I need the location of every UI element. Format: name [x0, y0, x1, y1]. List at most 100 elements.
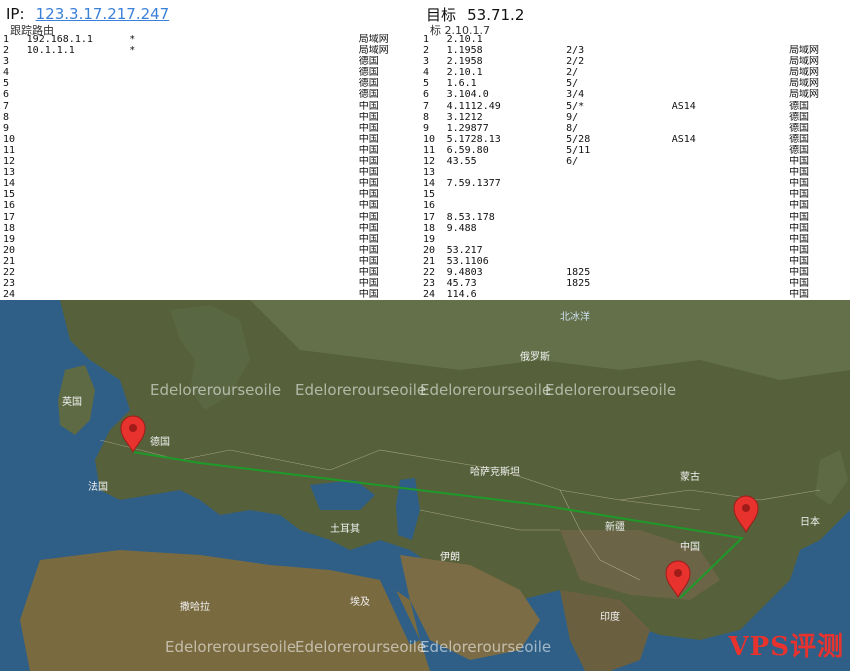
hop-host [282, 67, 356, 78]
map-label-sahara: 撒哈拉 [180, 600, 210, 613]
map-label-japan: 日本 [800, 515, 820, 528]
hop-asn [248, 56, 282, 67]
hop-loc: 中国 [358, 266, 379, 278]
hop-no: 23 [423, 278, 436, 290]
hop-t2 [605, 267, 637, 278]
hop-loc: 局域网 [358, 34, 389, 45]
hop-host [282, 167, 356, 178]
hop-host [713, 167, 786, 178]
hop-host [713, 289, 786, 300]
hop-loc: 中国 [358, 144, 379, 156]
hop-row: 2 1.1958 2/3 局域网 [420, 45, 850, 56]
hop-host [282, 189, 356, 200]
hop-t2 [605, 134, 637, 145]
hop-t2 [184, 256, 216, 267]
hop-loc: 德国 [358, 89, 379, 101]
hop-loc: 德国 [789, 133, 810, 145]
hop-t3 [637, 134, 669, 145]
hop-loss [540, 45, 563, 56]
hop-no: 21 [3, 255, 16, 267]
hop-row: 9 中国 [0, 123, 420, 134]
hop-row: 2 10.1.1.1 * 局域网 [0, 45, 420, 56]
hop-loc: 德国 [789, 100, 810, 112]
hop-asn [669, 67, 714, 78]
hop-loc: 局域网 [789, 89, 820, 101]
hop-row: 1 2.10.1 [420, 34, 850, 45]
hop-asn [669, 123, 714, 134]
hop-loss [126, 223, 152, 234]
hop-row: 17 8.53.178 中国 [420, 212, 850, 223]
hop-t1 [152, 101, 184, 112]
hop-asn [248, 178, 282, 189]
hop-t3 [637, 145, 669, 156]
hop-row: 24 114.6 中国 [420, 289, 850, 300]
hop-asn [248, 67, 282, 78]
map-label-kazakhstan: 哈萨克斯坦 [470, 465, 520, 478]
hop-ip [24, 56, 127, 67]
hop-no: 20 [3, 244, 16, 256]
hop-t1 [563, 245, 605, 256]
left-target-ip-link[interactable]: 123.3.17.217.247 [36, 5, 170, 23]
hop-row: 11 中国 [0, 145, 420, 156]
hop-ip: 1.6.1 [446, 78, 477, 90]
hop-t1 [563, 178, 605, 189]
hop-t1 [152, 212, 184, 223]
hop-no: 16 [423, 200, 436, 212]
hop-ip: 53.217 [446, 244, 483, 256]
hop-t1 [563, 34, 605, 45]
hop-ip [24, 278, 127, 289]
hop-ip [24, 112, 127, 123]
hop-ip: 192.168.1.1 [26, 34, 93, 45]
hop-t3 [637, 223, 669, 234]
hop-asn [669, 45, 714, 56]
hop-t3 [637, 234, 669, 245]
hop-ip [24, 134, 127, 145]
hop-loss [540, 67, 563, 78]
hop-row: 9 1.29877 8/德国 [420, 123, 850, 134]
map-label-egypt: 埃及 [350, 595, 370, 608]
hop-t2 [184, 234, 216, 245]
hop-t1: 5/28 [566, 133, 591, 145]
hop-t2 [184, 289, 216, 300]
hop-no: 14 [423, 178, 436, 190]
hop-t1 [152, 167, 184, 178]
hop-t3 [637, 167, 669, 178]
hop-t1 [152, 256, 184, 267]
hop-loc: 中国 [358, 167, 379, 179]
hop-t3 [216, 123, 248, 134]
hop-asn [248, 78, 282, 89]
hop-ip [24, 289, 127, 300]
map-watermark: Edelorerourseoile [165, 638, 296, 656]
hop-t2 [184, 278, 216, 289]
hop-loss [126, 101, 152, 112]
hop-host [282, 212, 356, 223]
map-pin-dot [129, 424, 137, 432]
route-map[interactable]: 英国 法国 德国 俄罗斯 哈萨克斯坦 中国 蒙古 土耳其 伊朗 新疆 印度 埃及… [0, 300, 850, 671]
hop-row: 4 2.10.1 2/局域网 [420, 67, 850, 78]
hop-loss [126, 78, 152, 89]
hop-t3 [637, 101, 669, 112]
hop-t1 [152, 234, 184, 245]
hop-row: 3 德国 [0, 56, 420, 67]
hop-ip: 1.29877 [446, 122, 489, 134]
hop-host [282, 78, 356, 89]
hop-no: 15 [3, 189, 16, 201]
hop-no: 8 [3, 111, 10, 123]
hop-t3 [637, 56, 669, 67]
hop-t3 [637, 45, 669, 56]
hop-t2 [184, 134, 216, 145]
hop-ip: 5.1728.13 [446, 133, 501, 145]
hop-no: 19 [3, 233, 16, 245]
hop-t1 [152, 289, 184, 300]
hop-asn [669, 167, 714, 178]
hop-no: 22 [423, 266, 436, 278]
hop-no: 20 [423, 244, 436, 256]
hop-host [282, 234, 356, 245]
hop-asn [248, 267, 282, 278]
hop-no: 3 [3, 56, 10, 68]
hop-row: 11 6.59.80 5/11 德国 [420, 145, 850, 156]
hop-no: 4 [423, 67, 430, 79]
hop-t2 [605, 223, 637, 234]
hop-no: 9 [423, 122, 430, 134]
hop-row: 6 德国 [0, 89, 420, 100]
